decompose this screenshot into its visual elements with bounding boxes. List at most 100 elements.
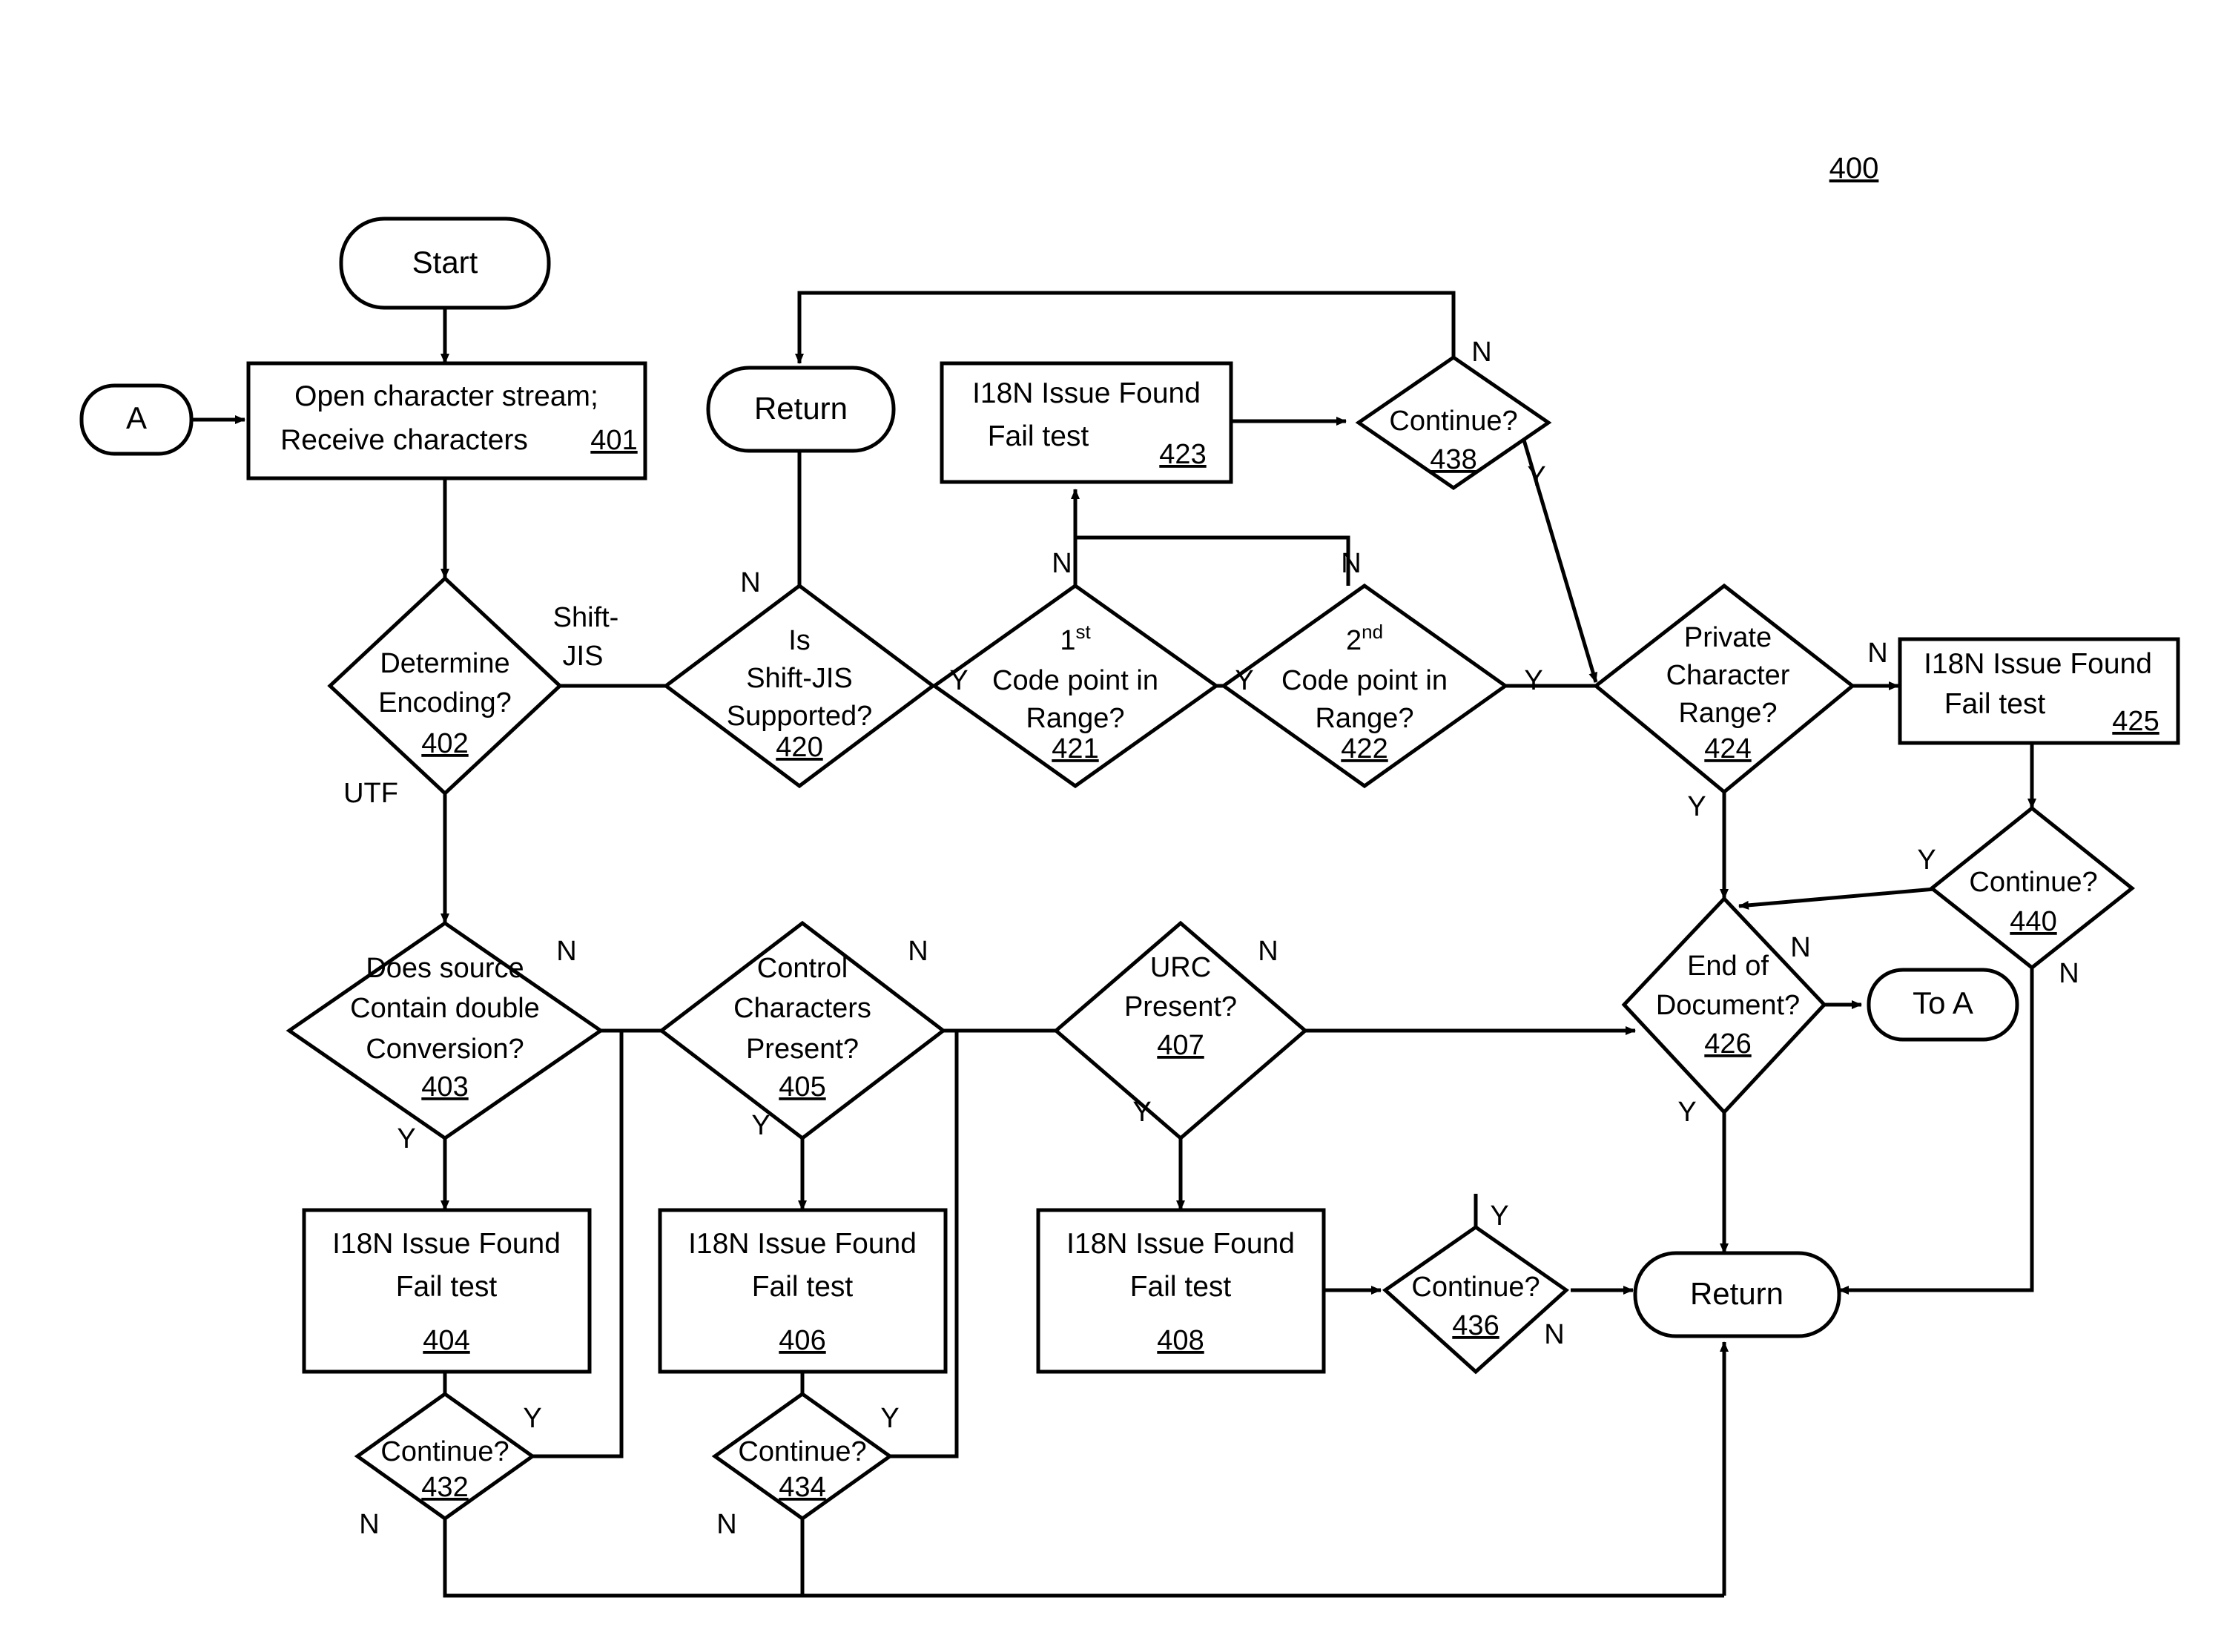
node-issue-423[interactable]: I18N Issue Found Fail test 423: [940, 361, 1233, 484]
label-405-y: Y: [751, 1110, 770, 1141]
shift-jis-line1: Is: [788, 625, 811, 656]
node-continue-438[interactable]: Continue? 438: [1355, 354, 1552, 491]
open-stream-ref: 401: [590, 425, 637, 456]
figure-number-label: 400: [1829, 152, 1879, 185]
issue-404-line1: I18N Issue Found: [332, 1228, 561, 1260]
edge-421n-seg: [1073, 535, 1348, 586]
label-424-n: N: [1867, 638, 1887, 669]
node-open-character-stream[interactable]: Open character stream; Receive character…: [246, 361, 647, 480]
control-chars-line3: Present?: [746, 1034, 859, 1065]
determine-encoding-shape: [327, 575, 563, 796]
code-point-2-line3: Range?: [1315, 703, 1413, 734]
issue-423-ref: 423: [1159, 439, 1206, 470]
node-code-point-1[interactable]: 1st Code point in Range? 421: [931, 583, 1220, 789]
shift-jis-line2: Shift-JIS: [746, 663, 853, 694]
node-continue-434[interactable]: Continue? 434: [711, 1391, 894, 1522]
issue-425-line1: I18N Issue Found: [1924, 648, 2152, 680]
label-426-n: N: [1790, 932, 1810, 963]
node-issue-406[interactable]: I18N Issue Found Fail test 406: [658, 1208, 948, 1374]
node-continue-436[interactable]: Continue? 436: [1382, 1224, 1570, 1375]
continue-438-ref: 438: [1430, 444, 1476, 475]
edge-438n-to-return: [795, 291, 1456, 364]
issue-423-line2: Fail test: [988, 420, 1089, 452]
label-420-y: Y: [949, 665, 968, 696]
continue-436-ref: 436: [1452, 1310, 1499, 1341]
eod-line2: Document?: [1656, 990, 1800, 1021]
eod-ref: 426: [1704, 1028, 1751, 1060]
return-bottom-label: Return: [1690, 1276, 1784, 1311]
label-421-y: Y: [1235, 665, 1253, 696]
label-424-y: Y: [1687, 791, 1706, 822]
label-encoding-utf: UTF: [343, 778, 398, 809]
determine-encoding-line2: Encoding?: [378, 687, 512, 718]
continue-432-ref: 432: [421, 1472, 468, 1503]
label-434-n: N: [716, 1509, 736, 1540]
continue-432-label: Continue?: [380, 1436, 509, 1467]
node-shift-jis-supported[interactable]: Is Shift-JIS Supported? 420: [662, 583, 937, 789]
urc-line2: Present?: [1124, 991, 1237, 1022]
issue-408-line1: I18N Issue Found: [1066, 1228, 1295, 1260]
node-start[interactable]: Start: [339, 217, 551, 310]
label-426-y: Y: [1677, 1097, 1696, 1128]
double-conversion-ref: 403: [421, 1071, 468, 1103]
label-432-y: Y: [523, 1403, 541, 1434]
label-438-n: N: [1471, 337, 1491, 368]
node-control-characters[interactable]: Control Characters Present? 405: [658, 920, 947, 1141]
label-encoding-shiftjis-2: JIS: [563, 641, 604, 672]
node-continue-432[interactable]: Continue? 432: [354, 1391, 536, 1522]
open-stream-line1: Open character stream;: [294, 380, 598, 412]
issue-423-line1: I18N Issue Found: [972, 377, 1201, 409]
issue-425-line2: Fail test: [1944, 688, 2046, 720]
edge-440y-to-426: [1738, 886, 1944, 910]
label-encoding-shiftjis-1: Shift-: [553, 602, 619, 633]
node-determine-encoding[interactable]: Determine Encoding? 402: [327, 575, 563, 796]
node-continue-440[interactable]: Continue? 440: [1928, 805, 2136, 971]
open-stream-line2: Receive characters: [280, 424, 528, 456]
node-return-top[interactable]: Return: [706, 366, 896, 453]
label-422-y: Y: [1524, 665, 1542, 696]
label-407-y: Y: [1132, 1097, 1151, 1128]
label-405-n: N: [908, 936, 928, 967]
determine-encoding-line1: Determine: [380, 648, 509, 679]
shift-jis-line3: Supported?: [727, 701, 873, 732]
issue-408-ref: 408: [1157, 1325, 1204, 1356]
double-conversion-line3: Conversion?: [366, 1034, 524, 1065]
node-connector-a[interactable]: A: [79, 383, 194, 456]
issue-425-ref: 425: [2112, 706, 2159, 737]
figure-number: 400: [1829, 152, 1879, 185]
label-440-n: N: [2059, 958, 2079, 989]
issue-404-ref: 404: [423, 1325, 469, 1356]
label-422-n: N: [1341, 548, 1361, 579]
issue-408-line2: Fail test: [1130, 1271, 1232, 1303]
private-char-line1: Private: [1684, 622, 1772, 653]
label-436-y: Y: [1490, 1200, 1508, 1232]
code-point-1-line3: Range?: [1026, 703, 1124, 734]
double-conversion-line1: Does source: [366, 953, 524, 984]
shift-jis-ref: 420: [776, 732, 822, 763]
node-issue-408[interactable]: I18N Issue Found Fail test 408: [1036, 1208, 1326, 1374]
node-private-character-range[interactable]: Private Character Range? 424: [1593, 583, 1855, 795]
control-chars-line2: Characters: [733, 993, 871, 1024]
return-top-label: Return: [754, 391, 848, 426]
continue-440-label: Continue?: [1969, 867, 2097, 898]
label-407-n: N: [1258, 936, 1278, 967]
node-issue-404[interactable]: I18N Issue Found Fail test 404: [302, 1208, 592, 1374]
node-issue-425[interactable]: I18N Issue Found Fail test 425: [1898, 637, 2180, 745]
edge-432n-bottom-trunk: [443, 1519, 1724, 1598]
issue-404-line2: Fail test: [396, 1271, 498, 1303]
private-char-line2: Character: [1666, 660, 1790, 691]
node-code-point-2[interactable]: 2nd Code point in Range? 422: [1220, 583, 1509, 789]
node-double-conversion[interactable]: Does source Contain double Conversion? 4…: [286, 920, 604, 1141]
continue-438-label: Continue?: [1389, 406, 1517, 437]
code-point-2-ref: 422: [1341, 733, 1387, 764]
node-end-of-document[interactable]: End of Document? 426: [1621, 896, 1827, 1115]
node-return-bottom[interactable]: Return: [1633, 1251, 1841, 1338]
continue-440-ref: 440: [2010, 906, 2056, 937]
label-421-n: N: [1052, 548, 1072, 579]
node-to-a[interactable]: To A: [1867, 968, 2019, 1042]
code-point-1-line2: Code point in: [992, 665, 1158, 696]
private-char-ref: 424: [1704, 733, 1751, 764]
label-436-n: N: [1544, 1319, 1564, 1350]
control-chars-line1: Control: [757, 953, 848, 984]
label-403-n: N: [556, 936, 576, 967]
